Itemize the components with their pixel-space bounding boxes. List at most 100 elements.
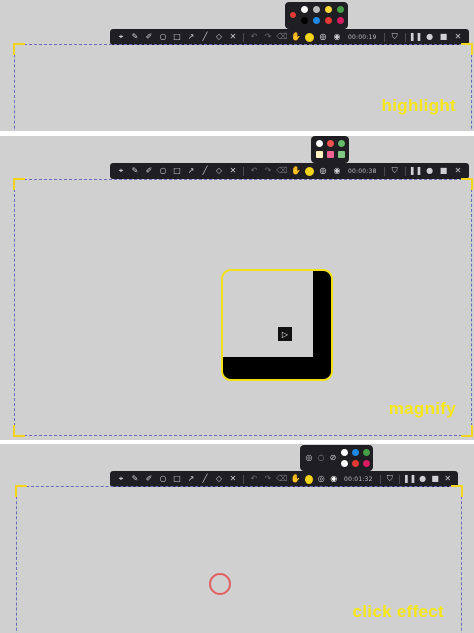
color-swatch-red-2[interactable] [325,17,332,24]
color-swatch-white[interactable] [301,6,308,13]
highlight-toggle[interactable] [305,166,314,176]
capture-corner[interactable] [13,43,25,55]
option-swatch[interactable] [327,151,334,158]
option-swatch[interactable] [316,140,323,147]
marker-icon[interactable]: ✐ [142,164,156,178]
pin-icon[interactable]: ⛉ [388,30,402,44]
highlight-toggle[interactable] [305,32,314,42]
line-icon[interactable]: ╱ [198,472,212,486]
pin-icon[interactable]: ⛉ [384,472,397,486]
stop-icon[interactable]: ■ [429,472,442,486]
capture-corner[interactable] [451,485,463,497]
annotation-toolbar: ⌖ ✎ ✐ ○ □ ↗ ╱ ◇ ✕ ↶ ↷ ⌫ ✋ ◎ ◉ 00:00:19 ⛉… [110,29,469,45]
color-swatch-white[interactable] [341,460,348,467]
arrow-icon[interactable]: ↗ [184,30,198,44]
hand-icon[interactable]: ✋ [289,472,303,486]
color-swatch-magenta[interactable] [337,17,344,24]
record-icon[interactable]: ● [416,472,429,486]
capture-corner[interactable] [13,425,25,437]
pause-icon[interactable]: ❚❚ [409,164,423,178]
color-swatch-magenta[interactable] [363,460,370,467]
ellipse-icon[interactable]: ○ [156,472,170,486]
magnify-icon[interactable]: ◎ [316,30,330,44]
pen-icon[interactable]: ✎ [128,164,142,178]
stop-icon[interactable]: ■ [437,30,451,44]
color-swatch-black[interactable] [301,17,308,24]
color-swatch-white[interactable] [341,449,348,456]
color-swatch-gray[interactable] [313,6,320,13]
pen-icon[interactable]: ✎ [128,30,142,44]
magnify-icon[interactable]: ◎ [316,164,330,178]
record-icon[interactable]: ● [423,164,437,178]
pause-icon[interactable]: ❚❚ [409,30,423,44]
color-swatch-red[interactable] [290,12,296,18]
cursor-icon[interactable]: ⌖ [114,164,128,178]
pause-icon[interactable]: ❚❚ [403,472,416,486]
separator [383,32,385,42]
pin-icon[interactable]: ⛉ [388,164,402,178]
click-off-icon[interactable]: ⊘ [326,451,340,465]
click-effect-icon[interactable]: ◉ [330,164,344,178]
click-effect-icon[interactable]: ◉ [330,30,344,44]
arrow-icon[interactable]: ↗ [184,164,198,178]
color-swatch-blue[interactable] [352,449,359,456]
color-swatch-yellow[interactable] [325,6,332,13]
record-icon[interactable]: ● [423,30,437,44]
rectangle-icon[interactable]: □ [170,164,184,178]
cursor-icon[interactable]: ⌖ [114,30,128,44]
capture-corner[interactable] [461,178,473,190]
undo-icon[interactable]: ↶ [247,164,261,178]
option-swatch[interactable] [316,151,323,158]
capture-corner[interactable] [461,43,473,55]
click-effect-icon[interactable]: ◉ [328,472,341,486]
rectangle-icon[interactable]: □ [170,472,184,486]
color-swatch-green[interactable] [337,6,344,13]
option-swatch[interactable] [338,151,345,158]
capture-corner[interactable] [13,178,25,190]
color-swatch-red[interactable] [352,460,359,467]
ellipse-icon[interactable]: ○ [156,30,170,44]
redo-icon[interactable]: ↷ [261,472,275,486]
undo-icon[interactable]: ↶ [247,30,261,44]
clear-icon[interactable]: ⌫ [275,30,289,44]
separator [379,474,381,484]
cursor-icon[interactable]: ⌖ [114,472,128,486]
magnify-icon[interactable]: ◎ [315,472,328,486]
capture-corner[interactable] [15,485,27,497]
color-swatch-green[interactable] [363,449,370,456]
marker-icon[interactable]: ✐ [142,472,156,486]
separator [243,32,244,42]
rectangle-icon[interactable]: □ [170,30,184,44]
color-swatch-blue[interactable] [313,17,320,24]
ellipse-icon[interactable]: ○ [156,164,170,178]
close-icon[interactable]: ✕ [451,30,465,44]
clear-icon[interactable]: ⌫ [275,164,289,178]
eraser-icon[interactable]: ◇ [212,472,226,486]
feature-caption: highlight [381,96,456,115]
option-swatch[interactable] [327,140,334,147]
hand-icon[interactable]: ✋ [289,30,303,44]
clear-icon[interactable]: ⌫ [275,472,289,486]
stop-icon[interactable]: ■ [437,164,451,178]
arrow-icon[interactable]: ↗ [184,472,198,486]
line-icon[interactable]: ╱ [198,164,212,178]
crop-icon[interactable]: ✕ [226,30,240,44]
eraser-icon[interactable]: ◇ [212,30,226,44]
marker-icon[interactable]: ✐ [142,30,156,44]
highlight-toggle[interactable] [304,474,313,484]
crop-icon[interactable]: ✕ [226,164,240,178]
close-icon[interactable]: ✕ [441,472,454,486]
pen-icon[interactable]: ✎ [128,472,142,486]
eraser-icon[interactable]: ◇ [212,164,226,178]
option-swatch[interactable] [338,140,345,147]
line-icon[interactable]: ╱ [198,30,212,44]
capture-corner[interactable] [461,425,473,437]
undo-icon[interactable]: ↶ [247,472,261,486]
crop-icon[interactable]: ✕ [226,472,240,486]
redo-icon[interactable]: ↷ [261,164,275,178]
feature-caption: click effect [352,602,444,621]
hand-icon[interactable]: ✋ [289,164,303,178]
separator [243,474,244,484]
redo-icon[interactable]: ↷ [261,30,275,44]
close-icon[interactable]: ✕ [451,164,465,178]
